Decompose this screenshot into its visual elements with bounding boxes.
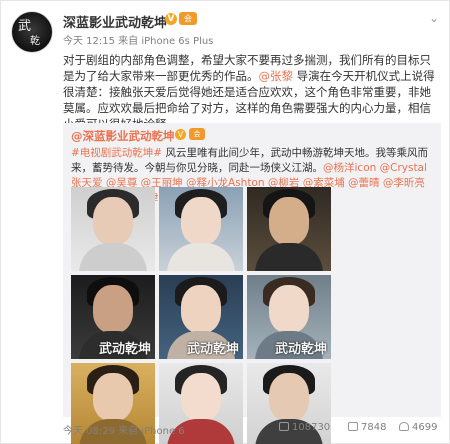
like-icon [399, 422, 409, 431]
verified-badge-icon: V [165, 13, 177, 25]
hashtag-link[interactable]: #电视剧武动乾坤# [71, 147, 162, 159]
poster-image-5[interactable]: 武动乾坤 [159, 275, 243, 359]
vip-badge-icon: 会 [179, 12, 197, 25]
poster-image-2[interactable] [159, 187, 243, 271]
post-meta: 今天 12:15 来自 iPhone 6s Plus [63, 36, 214, 47]
author-name[interactable]: 深蓝影业武动乾坤 [63, 12, 167, 31]
drama-logo-mark: 武动乾坤 [98, 342, 151, 357]
reposted-content: @深蓝影业武动乾坤 V 会 #电视剧武动乾坤# 风云里唯有此间少年，武动中畅游乾… [63, 123, 441, 444]
poster-image-4[interactable]: 武动乾坤 [71, 275, 155, 359]
avatar-logo-glyph-2: 乾 [30, 36, 40, 47]
comment-icon [348, 422, 358, 431]
repost-time: 今天 08:29 来自 iPhone 6 [63, 426, 185, 437]
comment-count[interactable]: 7848 [348, 422, 386, 433]
post-body: 对于剧组的内部角色调整，希望大家不要再过多揣测，我们所有的目标只是为了给大家带来… [63, 52, 441, 132]
like-count[interactable]: 4699 [399, 422, 437, 433]
poster-image-6[interactable]: 武动乾坤 [247, 275, 331, 359]
repost-vip-icon: 会 [189, 128, 205, 140]
author-avatar[interactable]: 武 乾 [11, 11, 53, 53]
repost-author[interactable]: @深蓝影业武动乾坤 [71, 128, 175, 144]
weibo-post-card: 武 乾 深蓝影业武动乾坤 V 会 今天 12:15 来自 iPhone 6s P… [0, 0, 450, 444]
mention-link[interactable]: @张黎 [259, 69, 294, 83]
repost-icon [279, 422, 289, 431]
drama-logo-mark: 武动乾坤 [186, 342, 239, 357]
repost-count[interactable]: 108730 [279, 422, 330, 433]
repost-verified-icon: V [175, 129, 186, 140]
poster-image-3[interactable] [247, 187, 331, 271]
drama-logo-mark: 武动乾坤 [274, 342, 327, 357]
chevron-down-icon[interactable]: ⌄ [429, 11, 439, 25]
poster-image-1[interactable] [71, 187, 155, 271]
